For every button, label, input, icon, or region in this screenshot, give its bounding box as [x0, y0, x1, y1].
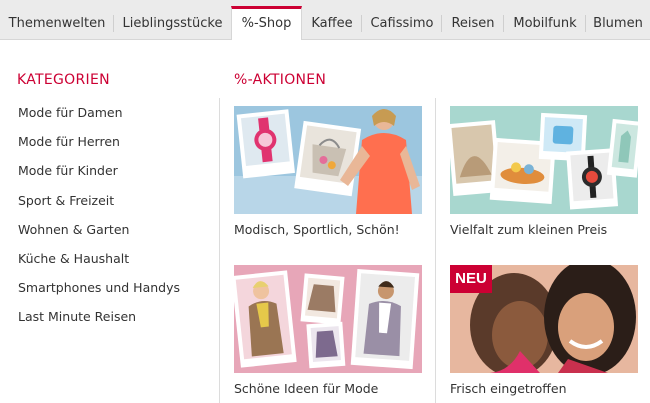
promo-tile-mode[interactable]: Schöne Ideen für Mode — [234, 265, 422, 403]
category-item-mode-kinder[interactable]: Mode für Kinder — [18, 161, 180, 190]
new-badge-label: NEU — [455, 270, 487, 287]
category-list: Mode für Damen Mode für Herren Mode für … — [18, 103, 180, 337]
promo-image-sportswear[interactable] — [234, 106, 422, 214]
divider — [435, 98, 436, 403]
tab-label: Kaffee — [311, 16, 353, 31]
category-item-last-minute[interactable]: Last Minute Reisen — [18, 307, 180, 336]
top-navigation: Themenwelten Lieblingsstücke %-Shop Kaff… — [0, 0, 650, 40]
tab-cafissimo[interactable]: Cafissimo — [362, 7, 442, 40]
promo-tile-neu[interactable]: NEU Frisch eingetroffen — [450, 265, 638, 403]
promotions-heading: %-AKTIONEN — [234, 72, 327, 88]
tab-themenwelten[interactable]: Themenwelten — [0, 7, 114, 40]
tab-label: Blumen — [593, 16, 643, 31]
tab-prozent-shop[interactable]: %-Shop — [231, 6, 302, 40]
category-item-mode-damen[interactable]: Mode für Damen — [18, 103, 180, 132]
promo-caption[interactable]: Schöne Ideen für Mode — [234, 381, 378, 396]
tab-label: Mobilfunk — [513, 16, 577, 31]
tab-blumen[interactable]: Blumen — [586, 7, 650, 40]
promo-image-new-arrivals[interactable]: NEU — [450, 265, 638, 373]
category-item-smartphones[interactable]: Smartphones und Handys — [18, 278, 180, 307]
tab-mobilfunk[interactable]: Mobilfunk — [504, 7, 586, 40]
tab-label: %-Shop — [241, 16, 292, 31]
category-item-sport-freizeit[interactable]: Sport & Freizeit — [18, 191, 180, 220]
categories-heading: KATEGORIEN — [17, 72, 110, 88]
category-item-mode-herren[interactable]: Mode für Herren — [18, 132, 180, 161]
divider — [219, 98, 220, 403]
category-item-kueche-haushalt[interactable]: Küche & Haushalt — [18, 249, 180, 278]
promo-caption[interactable]: Vielfalt zum kleinen Preis — [450, 222, 607, 237]
promo-tile-sportlich[interactable]: Modisch, Sportlich, Schön! — [234, 106, 422, 246]
promo-image-household[interactable] — [450, 106, 638, 214]
tab-kaffee[interactable]: Kaffee — [302, 7, 362, 40]
promo-caption[interactable]: Modisch, Sportlich, Schön! — [234, 222, 400, 237]
tab-reisen[interactable]: Reisen — [442, 7, 504, 40]
new-badge: NEU — [450, 265, 492, 293]
tab-label: Reisen — [451, 16, 495, 31]
tab-lieblingsstuecke[interactable]: Lieblingsstücke — [114, 7, 231, 40]
promo-image-fashion[interactable] — [234, 265, 422, 373]
category-item-wohnen-garten[interactable]: Wohnen & Garten — [18, 220, 180, 249]
promo-caption[interactable]: Frisch eingetroffen — [450, 381, 567, 396]
promo-tile-vielfalt[interactable]: Vielfalt zum kleinen Preis — [450, 106, 638, 246]
tab-label: Themenwelten — [8, 16, 106, 31]
tab-label: Cafissimo — [370, 16, 434, 31]
tab-label: Lieblingsstücke — [122, 16, 223, 31]
